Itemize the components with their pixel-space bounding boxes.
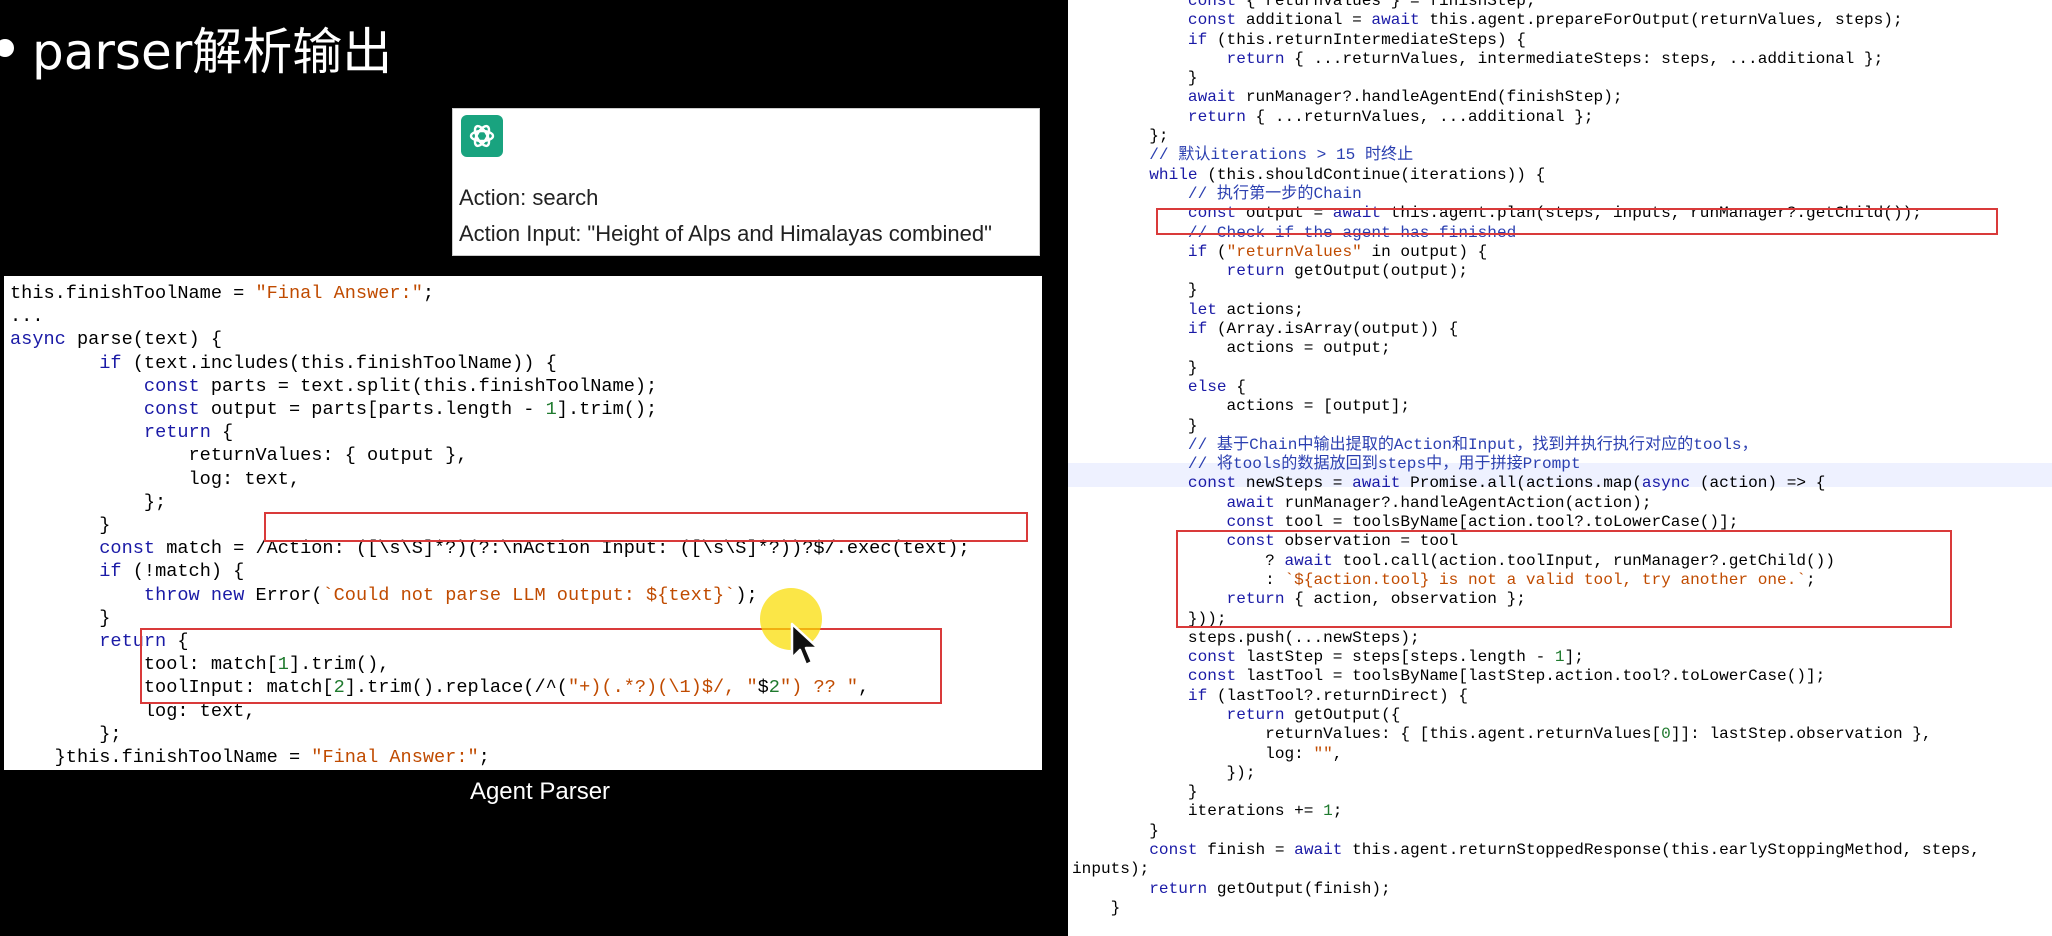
code-line: else { bbox=[1187, 377, 1246, 396]
code-line: const additional = await this.agent.prep… bbox=[1187, 11, 1903, 30]
code-line: if (Array.isArray(output)) { bbox=[1187, 320, 1459, 339]
code-line: let actions; bbox=[1187, 300, 1304, 319]
code-line: returnValues: { output }, bbox=[10, 445, 468, 467]
code-line: return { bbox=[143, 422, 234, 444]
code-line: } bbox=[1072, 898, 1121, 917]
slide-title-text: parser解析输出 bbox=[32, 23, 393, 81]
code-line: }; bbox=[10, 723, 122, 745]
code-line: }; bbox=[1072, 127, 1169, 146]
code-line: return getOutput(output); bbox=[1226, 262, 1468, 281]
code-line: }; bbox=[10, 491, 167, 513]
code-line: if (lastTool?.returnDirect) { bbox=[1187, 686, 1468, 705]
plan-highlight-box bbox=[1156, 208, 1998, 235]
code-line: actions = output; bbox=[1072, 339, 1391, 358]
code-line: actions = [output]; bbox=[1072, 397, 1411, 416]
code-line: const { returnValues } = finishStep; bbox=[1187, 0, 1536, 10]
code-line: log: "", bbox=[1072, 744, 1343, 763]
code-line: iterations += 1; bbox=[1072, 802, 1343, 821]
openai-logo-icon bbox=[461, 115, 503, 157]
code-line: } bbox=[1072, 69, 1198, 88]
code-line: log: text, bbox=[10, 468, 301, 490]
code-line: if (!match) { bbox=[99, 561, 245, 583]
code-line: const lastStep = steps[steps.length - 1]… bbox=[1187, 648, 1584, 667]
tool-call-highlight-box bbox=[1176, 530, 1952, 628]
agent-executor-code: const { returnValues } = finishStep; con… bbox=[1072, 0, 1980, 918]
code-line: const newSteps = await Promise.all(actio… bbox=[1187, 474, 1826, 493]
code-line: throw new Error(`Could not parse LLM out… bbox=[143, 584, 758, 606]
action-input-line: Action Input: "Height of Alps and Himala… bbox=[459, 221, 992, 246]
code-line: async parse(text) { bbox=[10, 329, 223, 351]
slide-title: parser解析输出 bbox=[0, 12, 392, 84]
code-line: if (text.includes(this.finishToolName)) … bbox=[99, 352, 557, 374]
code-line: return getOutput(finish); bbox=[1149, 879, 1391, 898]
code-line: const parts = text.split(this.finishTool… bbox=[143, 375, 658, 397]
code-line: // 执行第一步的Chain bbox=[1187, 184, 1362, 203]
code-line: return { ...returnValues, intermediateSt… bbox=[1226, 49, 1884, 68]
agent-executor-code-panel: const { returnValues } = finishStep; con… bbox=[1068, 0, 2052, 936]
code-line: ... bbox=[10, 770, 44, 792]
code-line: } bbox=[10, 515, 111, 537]
code-line: const output = parts[parts.length - 1].t… bbox=[143, 399, 658, 421]
code-line: // 默认iterations > 15 时终止 bbox=[1149, 146, 1414, 165]
code-line: ... bbox=[10, 306, 44, 328]
agent-parser-code-panel: this.finishToolName = "Final Answer:"; .… bbox=[4, 276, 1042, 791]
bullet-icon bbox=[0, 39, 14, 57]
code-line: steps.push(...newSteps); bbox=[1072, 628, 1420, 647]
code-line: } bbox=[1072, 281, 1198, 300]
code-line: returnValues: { [this.agent.returnValues… bbox=[1072, 725, 1932, 744]
regex-highlight-box bbox=[264, 512, 1028, 542]
code-line: if (this.returnIntermediateSteps) { bbox=[1187, 30, 1526, 49]
code-line: // 基于Chain中输出提取的Action和Input，找到并执行执行对应的t… bbox=[1187, 435, 1758, 454]
code-line: }this.finishToolName = "Final Answer:"; bbox=[10, 747, 490, 769]
code-line: } bbox=[10, 607, 111, 629]
code-line: const tool = toolsByName[action.tool?.to… bbox=[1226, 513, 1739, 532]
code-line: return { ...returnValues, ...additional … bbox=[1187, 107, 1594, 126]
code-line: if ("returnValues" in output) { bbox=[1187, 242, 1488, 261]
action-line: Action: search bbox=[459, 185, 599, 210]
code-line: await runManager?.handleAgentEnd(finishS… bbox=[1187, 88, 1623, 107]
code-line: } bbox=[1072, 821, 1159, 840]
chatgpt-response-card: Action: search Action Input: "Height of … bbox=[452, 108, 1040, 256]
code-line: // 将tools的数据放回到steps中，用于拼接Prompt bbox=[1187, 455, 1581, 474]
code-line: await runManager?.handleAgentAction(acti… bbox=[1226, 493, 1652, 512]
code-line: } bbox=[1072, 783, 1198, 802]
mouse-pointer-icon bbox=[790, 622, 824, 673]
code-line: inputs); bbox=[1072, 860, 1150, 879]
code-line: return getOutput({ bbox=[1226, 705, 1401, 724]
code-line: while (this.shouldContinue(iterations)) … bbox=[1149, 165, 1546, 184]
code-line: const lastTool = toolsByName[lastStep.ac… bbox=[1187, 667, 1826, 686]
code-line: } bbox=[1072, 358, 1198, 377]
code-line: this.finishToolName = "Final Answer:"; bbox=[10, 283, 435, 304]
code-line: } bbox=[1072, 416, 1198, 435]
figure-caption: Agent Parser bbox=[469, 778, 611, 805]
code-line: }); bbox=[1072, 763, 1256, 782]
code-line: const finish = await this.agent.returnSt… bbox=[1149, 841, 1980, 860]
